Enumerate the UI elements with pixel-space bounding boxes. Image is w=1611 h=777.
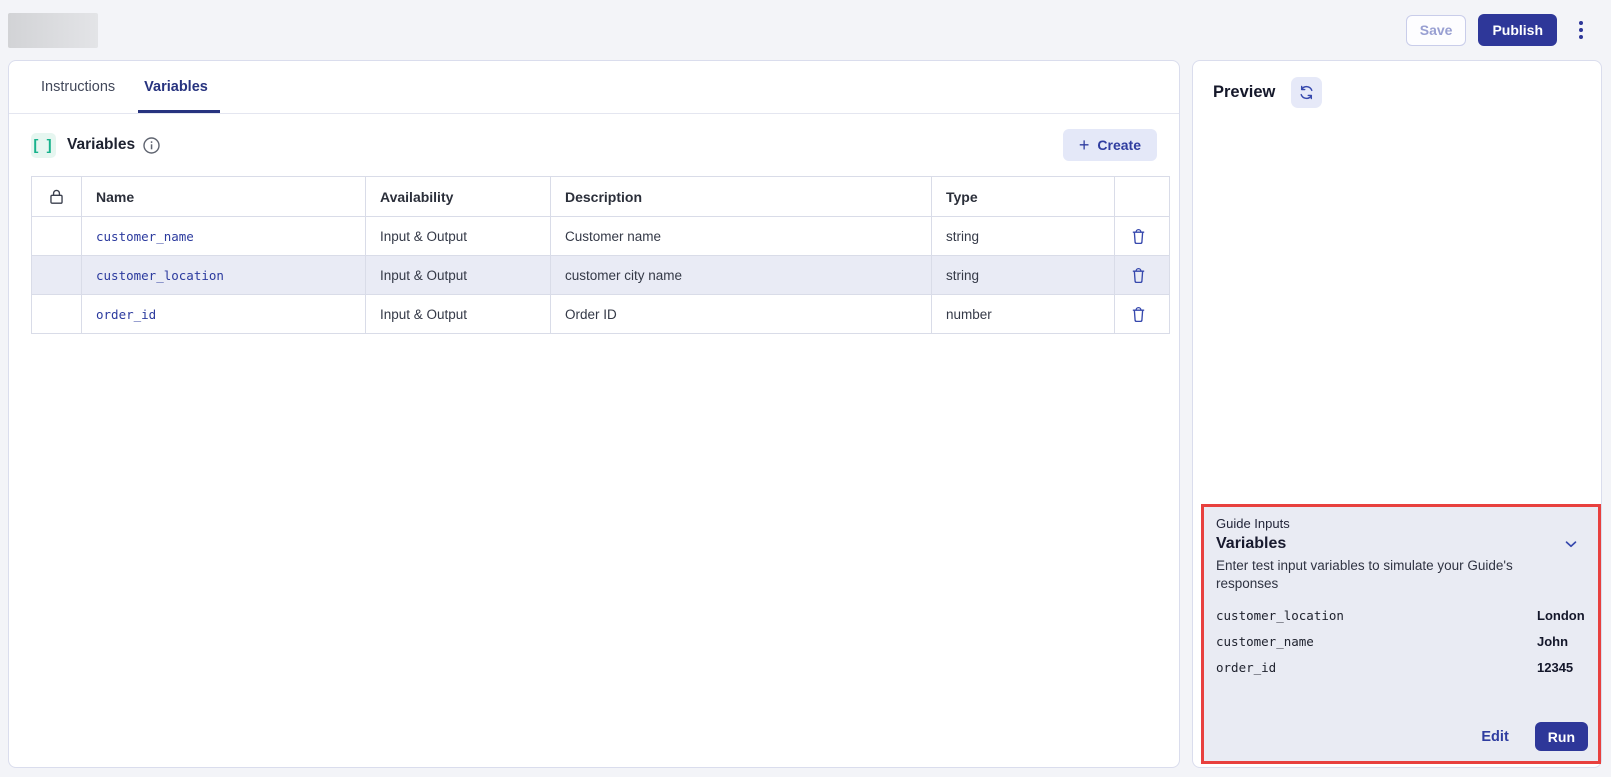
variable-availability: Input & Output [366, 295, 551, 334]
tab-bar: Instructions Variables [9, 61, 1179, 114]
variable-description: Customer name [551, 217, 932, 256]
variable-type: string [932, 217, 1115, 256]
create-button-label: Create [1097, 137, 1141, 153]
create-button[interactable]: + Create [1063, 129, 1157, 161]
variable-availability: Input & Output [366, 256, 551, 295]
more-options-icon[interactable] [1569, 16, 1593, 44]
guide-inputs-description: Enter test input variables to simulate y… [1216, 557, 1556, 593]
run-button[interactable]: Run [1535, 722, 1588, 751]
delete-icon[interactable] [1129, 305, 1148, 324]
variables-table: Name Availability Description Type custo… [31, 176, 1170, 334]
top-bar: Save Publish [0, 0, 1611, 60]
preview-title: Preview [1213, 83, 1275, 102]
guide-inputs-title: Variables [1216, 535, 1286, 553]
guide-inputs-list: customer_location London customer_name J… [1216, 608, 1586, 676]
col-header-name: Name [82, 177, 366, 217]
col-header-actions [1115, 177, 1170, 217]
editor-panel: Instructions Variables [ ] Variables + C… [8, 60, 1180, 768]
guide-inputs-label: Guide Inputs [1216, 515, 1586, 533]
plus-icon: + [1079, 136, 1090, 154]
variable-description: Order ID [551, 295, 932, 334]
tab-instructions[interactable]: Instructions [39, 61, 117, 113]
col-header-availability: Availability [366, 177, 551, 217]
topbar-actions: Save Publish [1406, 14, 1593, 46]
guide-input-name: customer_name [1216, 634, 1314, 650]
guide-input-name: customer_location [1216, 608, 1344, 624]
guide-input-row: order_id 12345 [1216, 660, 1586, 676]
save-button[interactable]: Save [1406, 15, 1467, 46]
preview-panel: Preview Guide Inputs Variables Enter tes… [1192, 60, 1602, 768]
publish-button[interactable]: Publish [1478, 14, 1557, 46]
table-row: order_id Input & Output Order ID number [32, 295, 1170, 334]
variables-section-title: Variables [67, 136, 135, 154]
guide-input-value: John [1537, 634, 1568, 649]
variable-name-link[interactable]: order_id [96, 307, 156, 322]
variable-name-link[interactable]: customer_name [96, 229, 194, 244]
variable-type: string [932, 256, 1115, 295]
tab-variables[interactable]: Variables [142, 61, 210, 113]
lock-icon [32, 177, 82, 217]
chevron-down-icon[interactable] [1562, 535, 1580, 553]
info-icon[interactable] [143, 137, 160, 154]
edit-button[interactable]: Edit [1481, 729, 1508, 745]
variable-availability: Input & Output [366, 217, 551, 256]
table-row: customer_name Input & Output Customer na… [32, 217, 1170, 256]
guide-input-row: customer_location London [1216, 608, 1586, 624]
table-header-row: Name Availability Description Type [32, 177, 1170, 217]
delete-icon[interactable] [1129, 227, 1148, 246]
delete-icon[interactable] [1129, 266, 1148, 285]
guide-input-value: London [1537, 608, 1585, 623]
col-header-description: Description [551, 177, 932, 217]
brackets-icon: [ ] [31, 133, 56, 158]
variable-type: number [932, 295, 1115, 334]
guide-input-row: customer_name John [1216, 634, 1586, 650]
table-row: customer_location Input & Output custome… [32, 256, 1170, 295]
guide-inputs-panel: Guide Inputs Variables Enter test input … [1201, 504, 1601, 764]
refresh-icon[interactable] [1291, 77, 1322, 108]
col-header-type: Type [932, 177, 1115, 217]
app-logo [8, 13, 98, 48]
guide-input-name: order_id [1216, 660, 1276, 676]
preview-header: Preview [1193, 61, 1601, 124]
variable-name-link[interactable]: customer_location [96, 268, 224, 283]
variables-section-header: [ ] Variables + Create [9, 114, 1179, 176]
guide-input-value: 12345 [1537, 660, 1573, 675]
variable-description: customer city name [551, 256, 932, 295]
